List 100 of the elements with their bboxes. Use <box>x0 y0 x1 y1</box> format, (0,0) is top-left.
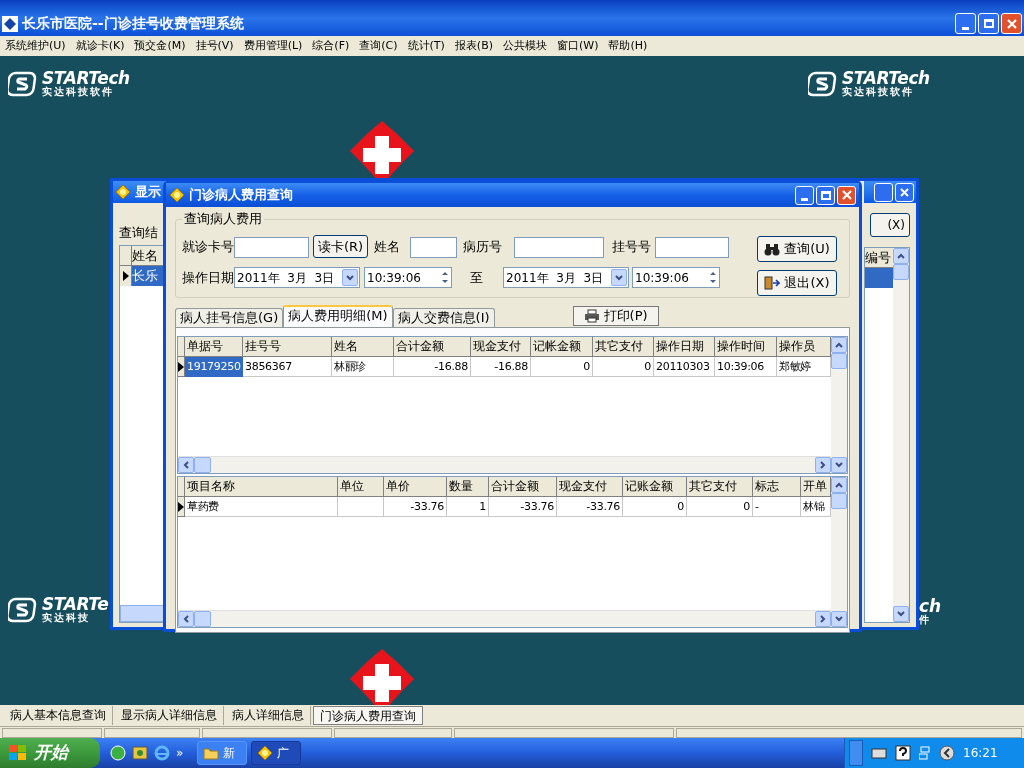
more-button[interactable]: » <box>176 744 184 762</box>
column-header[interactable]: 合计金额 <box>489 477 557 497</box>
maximize-button[interactable] <box>816 185 835 205</box>
vertical-scrollbar[interactable] <box>831 477 847 627</box>
print-button[interactable]: 打印(P) <box>572 306 659 326</box>
column-header[interactable]: 现金支付 <box>557 477 623 497</box>
menu-item[interactable]: 统计(T) <box>402 37 450 55</box>
column-header[interactable]: 标志 <box>753 477 801 497</box>
menu-item[interactable]: 公共模块 <box>498 37 552 55</box>
date-dropdown[interactable]: 2011年 3月 3日 <box>503 267 629 289</box>
column-header[interactable]: 现金支付 <box>471 337 531 357</box>
query-button[interactable]: 查询(U) <box>757 236 837 262</box>
maximize-button[interactable] <box>874 182 893 202</box>
column-header[interactable]: 项目名称 <box>185 477 338 497</box>
column-header[interactable]: 记帐金额 <box>531 337 593 357</box>
close-button[interactable] <box>895 182 914 202</box>
scroll-thumb[interactable] <box>893 264 909 280</box>
logo-brand: STARTech <box>42 70 130 87</box>
menu-item[interactable]: 报表(B) <box>449 37 498 55</box>
column-header[interactable]: 姓名 <box>132 245 164 266</box>
windows-icon[interactable] <box>919 746 931 760</box>
tab[interactable]: 病人交费信息(I) <box>392 308 495 327</box>
caret-icon <box>346 274 354 281</box>
column-header[interactable]: 其它支付 <box>593 337 654 357</box>
circle-icon[interactable] <box>110 745 126 761</box>
column-header[interactable]: 单据号 <box>185 337 243 357</box>
close-button[interactable]: (X) <box>870 213 910 237</box>
column-header[interactable]: 编号 <box>865 248 893 268</box>
window-tab[interactable]: 门诊病人费用查询 <box>313 706 423 725</box>
keyboard-icon[interactable] <box>871 747 887 759</box>
column-header[interactable]: 记账金额 <box>623 477 687 497</box>
menu-item[interactable]: 窗口(W) <box>552 37 604 55</box>
vertical-scrollbar[interactable] <box>831 337 847 473</box>
column-header[interactable]: 单价 <box>384 477 447 497</box>
field-label: 姓名 <box>374 239 401 255</box>
column-header[interactable]: 挂号号 <box>243 337 332 357</box>
vertical-scrollbar[interactable] <box>893 248 909 622</box>
picture-icon[interactable] <box>132 745 148 761</box>
column-header[interactable]: 操作日期 <box>654 337 715 357</box>
exit-button[interactable]: 退出(X) <box>757 270 837 296</box>
menu-item[interactable]: 费用管理(L) <box>238 37 308 55</box>
horizontal-scrollbar[interactable] <box>120 605 164 622</box>
menu-item[interactable]: 查询(C) <box>354 37 403 55</box>
minimize-button[interactable] <box>795 185 814 205</box>
current-row-icon <box>122 270 129 281</box>
tray-scroll-buttons[interactable] <box>849 740 863 766</box>
selected-row-highlight <box>865 268 893 288</box>
window-tab[interactable]: 病人详细信息 <box>226 706 311 725</box>
menu-item[interactable]: 就诊卡(K) <box>70 37 130 55</box>
menu-item[interactable]: 挂号(V) <box>190 37 239 55</box>
help-icon[interactable] <box>895 745 911 761</box>
column-header[interactable]: 开单 <box>801 477 831 497</box>
scroll-thumb[interactable] <box>194 457 211 473</box>
maximize-button[interactable] <box>978 13 999 34</box>
close-icon <box>900 187 909 197</box>
close-icon <box>1006 18 1017 29</box>
scroll-thumb[interactable] <box>831 353 847 369</box>
window-tab[interactable]: 病人基本信息查询 <box>4 706 113 725</box>
logo-subtitle: 实达科技软件 <box>42 87 115 97</box>
scroll-thumb[interactable] <box>831 493 847 509</box>
column-header[interactable]: 单位 <box>338 477 384 497</box>
taskbar-button[interactable]: 广 <box>251 741 302 765</box>
time-spinner[interactable]: 10:39:06 <box>364 267 452 289</box>
input-field[interactable] <box>655 236 730 258</box>
scroll-down-icon <box>835 462 843 468</box>
taskbar-button[interactable]: 新 <box>197 741 248 765</box>
close-button[interactable] <box>837 185 856 205</box>
group-title: 查询病人费用 <box>182 211 264 227</box>
field-label: 病历号 <box>463 239 503 255</box>
column-header[interactable]: 其它支付 <box>687 477 753 497</box>
s-logo-icon <box>8 596 38 623</box>
column-header[interactable]: 姓名 <box>332 337 394 357</box>
table-cell: 长乐 <box>132 265 164 286</box>
input-field[interactable] <box>234 236 309 258</box>
printer-icon <box>583 309 600 323</box>
logo-subtitle: 实达科技软件 <box>842 87 915 97</box>
column-header[interactable]: 操作时间 <box>715 337 777 357</box>
read-card-button[interactable]: 读卡(R) <box>313 235 369 259</box>
scroll-thumb[interactable] <box>194 611 211 627</box>
column-header[interactable]: 合计金额 <box>394 337 471 357</box>
column-header[interactable]: 操作员 <box>777 337 831 357</box>
window-title: 显示 <box>135 183 161 202</box>
date-dropdown[interactable]: 2011年 3月 3日 <box>234 267 360 289</box>
column-header[interactable]: 数量 <box>447 477 489 497</box>
menu-item[interactable]: 综合(F) <box>307 37 355 55</box>
field-label: 至 <box>470 269 483 287</box>
menu-item[interactable]: 帮助(H) <box>603 37 653 55</box>
scroll-up-icon <box>835 482 843 488</box>
menu-item[interactable]: 预交金(M) <box>129 37 191 55</box>
browser-e-icon[interactable] <box>154 745 170 761</box>
menu-item[interactable]: 系统维护(U) <box>0 37 71 55</box>
tab[interactable]: 病人挂号信息(G) <box>175 308 284 327</box>
time-spinner[interactable]: 10:39:06 <box>632 267 720 289</box>
table-cell: 0 <box>687 497 753 517</box>
minimize-button[interactable] <box>955 13 976 34</box>
input-field[interactable] <box>514 236 605 258</box>
close-button[interactable] <box>1001 13 1022 34</box>
window-tab[interactable]: 显示病人详细信息 <box>115 706 224 725</box>
input-field[interactable] <box>410 236 458 258</box>
tab[interactable]: 病人费用明细(M) <box>283 305 393 327</box>
